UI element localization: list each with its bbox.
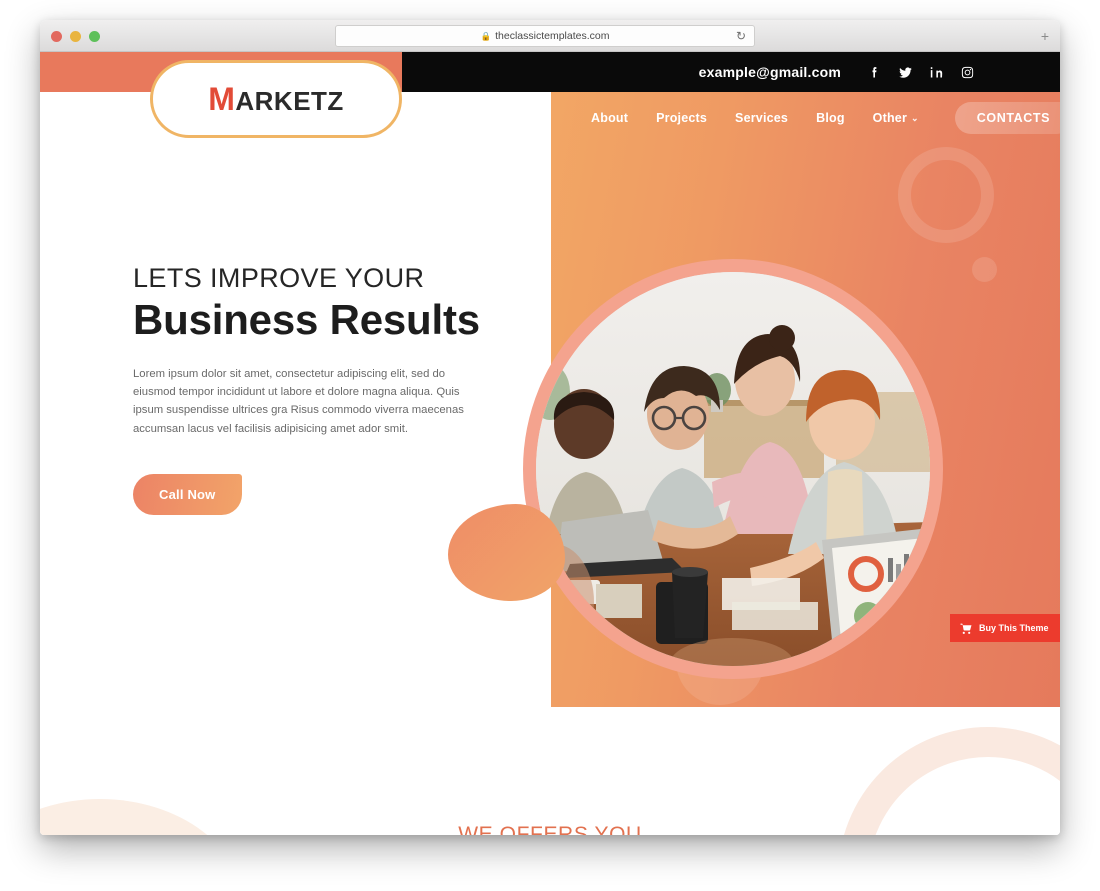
address-bar[interactable]: 🔒 theclassictemplates.com ↻ <box>335 25 755 47</box>
close-window-button[interactable] <box>51 31 62 42</box>
services-eyebrow: WE OFFERS YOU <box>458 823 642 835</box>
hero-section: example@gmail.com MARKETZ About Projects… <box>40 52 1060 707</box>
nav-item-other[interactable]: Other ⌄ <box>873 111 919 125</box>
instagram-icon[interactable] <box>960 65 975 80</box>
new-tab-label: + <box>1040 28 1050 44</box>
minimize-window-button[interactable] <box>70 31 81 42</box>
logo-text: MARKETZ <box>208 81 344 118</box>
nav-label: About <box>591 111 629 125</box>
nav-label: Other <box>872 111 908 125</box>
buy-this-theme-label: Buy This Theme <box>979 623 1049 633</box>
nav-item-blog[interactable]: Blog <box>816 111 845 125</box>
hero-photo-ring <box>523 259 943 679</box>
browser-chrome: 🔒 theclassictemplates.com ↻ + <box>40 20 1060 52</box>
lock-icon: 🔒 <box>480 30 492 41</box>
facebook-icon[interactable] <box>867 65 882 80</box>
nav-item-about[interactable]: About <box>591 111 628 125</box>
site-logo[interactable]: MARKETZ <box>150 60 402 138</box>
decorative-ring <box>838 727 1060 835</box>
hero-paragraph: Lorem ipsum dolor sit amet, consectetur … <box>133 367 464 435</box>
logo-rest: ARKETZ <box>235 85 344 116</box>
reload-icon[interactable]: ↻ <box>736 30 746 42</box>
hero-copy: LETS IMPROVE YOUR Business Results Lorem… <box>133 263 493 515</box>
maximize-window-button[interactable] <box>89 31 100 42</box>
nav-label: Blog <box>816 111 845 125</box>
nav-item-services[interactable]: Services <box>735 111 788 125</box>
twitter-icon[interactable] <box>898 65 913 80</box>
chevron-down-icon: ⌄ <box>911 112 919 123</box>
browser-window: 🔒 theclassictemplates.com ↻ + example@gm… <box>40 20 1060 835</box>
contact-email[interactable]: example@gmail.com <box>699 64 841 80</box>
contacts-button[interactable]: CONTACTS <box>954 102 1060 134</box>
services-section: WE OFFERS YOU Our Services <box>40 707 1060 835</box>
social-links <box>867 65 975 80</box>
address-bar-url: theclassictemplates.com <box>495 30 610 42</box>
nav-item-projects[interactable]: Projects <box>656 111 707 125</box>
main-navigation: About Projects Services Blog Other ⌄ CON… <box>551 92 1060 144</box>
linkedin-icon[interactable] <box>929 65 944 80</box>
hero-photo <box>536 272 930 666</box>
nav-label: Projects <box>656 111 708 125</box>
decorative-ring <box>898 147 994 243</box>
logo-initial: M <box>208 80 236 117</box>
new-tab-button[interactable]: + <box>1036 27 1054 45</box>
buy-this-theme-button[interactable]: Buy This Theme <box>950 614 1060 642</box>
shopping-cart-icon <box>960 623 972 634</box>
hero-eyebrow: LETS IMPROVE YOUR <box>133 263 425 293</box>
page-viewport: example@gmail.com MARKETZ About Projects… <box>40 52 1060 835</box>
nav-label: Services <box>735 111 789 125</box>
decorative-dot <box>972 257 997 282</box>
topbar: example@gmail.com <box>402 52 1060 92</box>
services-heading: WE OFFERS YOU Our Services <box>40 823 1060 835</box>
window-controls <box>51 31 100 42</box>
call-now-button[interactable]: Call Now <box>133 473 242 515</box>
hero-title: Business Results <box>133 295 480 343</box>
